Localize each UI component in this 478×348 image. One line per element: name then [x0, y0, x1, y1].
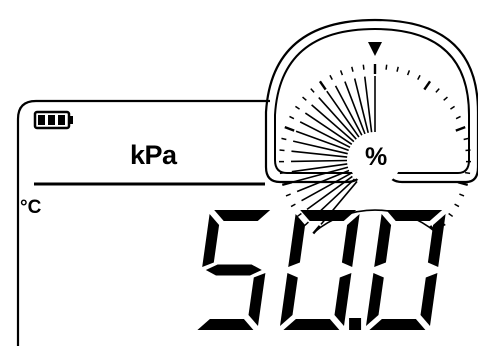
display-value: [197, 210, 446, 330]
gauge-percent-label: %: [365, 143, 388, 171]
gauge-level-ray: [291, 163, 348, 173]
gauge-tick: [465, 149, 471, 152]
digit-segment-c: [248, 273, 266, 326]
gauge-tick: [281, 137, 287, 141]
triangle-down-icon: [368, 42, 382, 56]
battery-bar: [38, 115, 45, 125]
gauge-tick: [463, 137, 469, 141]
gauge-tick: [459, 193, 465, 197]
gauge-tick: [284, 126, 295, 132]
digit-segment-a: [214, 210, 271, 221]
gauge-tick: [455, 115, 461, 120]
digit-segment-e: [366, 273, 384, 326]
gauge-level-ray: [290, 159, 348, 163]
gauge-tick: [296, 212, 302, 218]
gauge: [264, 18, 478, 235]
gauge-tick: [294, 105, 300, 110]
pressure-unit-label: kPa: [130, 140, 177, 170]
gauge-tick: [362, 64, 365, 70]
gauge-level-ray: [311, 104, 355, 143]
temperature-unit-label: °C: [20, 197, 42, 218]
gauge-tick: [302, 96, 307, 101]
gauge-tick: [435, 88, 440, 93]
gauge-tick: [289, 115, 295, 120]
digit-segment-d: [197, 319, 254, 330]
digit-segment-b: [427, 214, 446, 267]
gauge-level-ray: [318, 97, 357, 140]
battery-bar: [58, 115, 65, 125]
gauge-tick: [448, 212, 454, 218]
gauge-tick: [318, 80, 327, 91]
digit-segment-d: [369, 319, 426, 330]
gauge-tick: [450, 105, 456, 110]
gauge-tick: [423, 80, 432, 91]
gauge-tick: [351, 66, 354, 72]
digit-segment-f: [288, 214, 306, 267]
gauge-tick: [406, 70, 411, 76]
digit-segment-a: [386, 210, 443, 221]
digit-segment-f: [202, 214, 220, 267]
digit-segment-c: [334, 273, 352, 326]
gauge-tick: [454, 203, 460, 208]
gauge-tick: [385, 64, 388, 70]
digit-segment-e: [280, 273, 298, 326]
gauge-tick: [417, 74, 421, 81]
battery-bar: [48, 115, 55, 125]
battery-full-icon: [33, 110, 73, 130]
gauge-tick: [310, 88, 315, 93]
display-frame: [16, 99, 270, 346]
digit-segment-g: [205, 264, 262, 276]
gauge-tick: [455, 126, 466, 132]
gauge-tick: [443, 96, 448, 101]
gauge-tick: [304, 221, 309, 227]
gauge-tick: [285, 193, 291, 197]
gauge-tick: [396, 66, 399, 72]
lcd-display: [16, 18, 478, 346]
digit-segment-d: [283, 319, 340, 330]
digit-segment-a: [300, 210, 357, 221]
digit-segment-b: [341, 214, 360, 267]
gauge-tick: [279, 149, 285, 152]
gauge-tick: [279, 171, 285, 175]
gauge-tick: [465, 171, 471, 175]
digit-segment-f: [374, 214, 392, 267]
decimal-point: [349, 318, 362, 330]
gauge-tick: [339, 70, 344, 76]
gauge-tick: [329, 74, 333, 81]
gauge-tick: [290, 203, 296, 208]
digit-segment-c: [420, 273, 438, 326]
